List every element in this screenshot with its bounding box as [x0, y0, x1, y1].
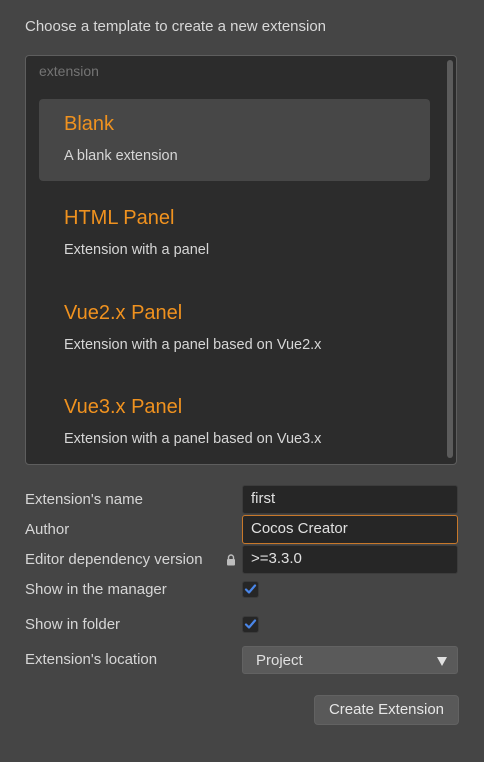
show-in-manager-label: Show in the manager: [25, 581, 167, 598]
show-in-folder-label: Show in folder: [25, 616, 121, 633]
dialog-heading: Choose a template to create a new extens…: [25, 18, 327, 35]
template-title: Vue2.x Panel: [64, 302, 183, 324]
template-title: Blank: [64, 113, 115, 135]
template-list-scrollbar[interactable]: [447, 60, 453, 458]
author-input[interactable]: Cocos Creator: [242, 515, 458, 544]
template-group-label: extension: [39, 63, 99, 79]
extension-location-label: Extension's location: [25, 651, 158, 668]
template-item-html-panel[interactable]: HTML Panel Extension with a panel: [39, 193, 430, 275]
template-item-vue2-panel[interactable]: Vue2.x Panel Extension with a panel base…: [39, 288, 430, 370]
extension-name-input[interactable]: first: [242, 485, 458, 514]
editor-dependency-label: Editor dependency version: [25, 551, 203, 568]
template-item-blank[interactable]: Blank A blank extension: [39, 99, 430, 181]
template-item-vue3-panel[interactable]: Vue3.x Panel Extension with a panel base…: [39, 382, 430, 464]
extension-location-value: Project: [256, 652, 303, 669]
show-in-manager-checkbox[interactable]: [242, 581, 259, 598]
dropdown-arrow-icon: [437, 657, 447, 666]
template-list[interactable]: extension Blank A blank extension HTML P…: [25, 55, 457, 465]
template-description: Extension with a panel based on Vue3.x: [64, 431, 322, 447]
create-extension-button[interactable]: Create Extension: [314, 695, 459, 725]
show-in-folder-checkbox[interactable]: [242, 616, 259, 633]
template-title: HTML Panel: [64, 207, 175, 229]
extension-name-label: Extension's name: [25, 491, 143, 508]
extension-location-select[interactable]: Project: [242, 646, 458, 674]
template-title: Vue3.x Panel: [64, 396, 183, 418]
template-description: Extension with a panel based on Vue2.x: [64, 337, 322, 353]
checkmark-icon: [244, 619, 257, 629]
editor-dependency-input[interactable]: >=3.3.0: [242, 545, 458, 574]
author-label: Author: [25, 521, 70, 538]
template-description: Extension with a panel: [64, 242, 210, 258]
lock-icon: [227, 554, 235, 566]
checkmark-icon: [244, 584, 257, 594]
template-description: A blank extension: [64, 148, 178, 164]
